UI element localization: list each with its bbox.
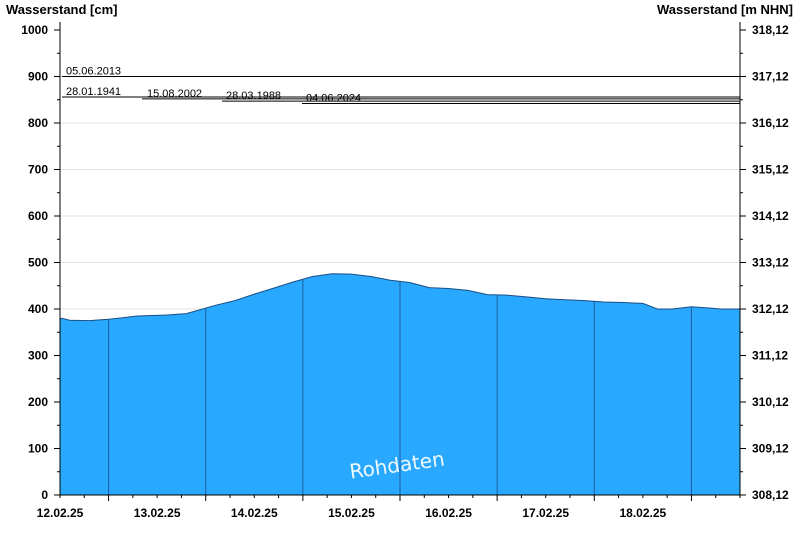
- y-axis-right-ticks: 308,12 309,12 310,12 311,12 312,12 313,12 314,…: [740, 23, 789, 502]
- y-left-tick-label: 200: [28, 395, 48, 409]
- y-right-tick-label: 309,12: [752, 442, 789, 456]
- x-tick-label: 18.02.25: [619, 506, 666, 520]
- y-right-tick-label: 318,12: [752, 23, 789, 37]
- y-right-tick-label: 314,12: [752, 209, 789, 223]
- y-left-tick-label: 300: [28, 349, 48, 363]
- y-left-tick-label: 600: [28, 209, 48, 223]
- reference-lines: 05.06.2013 28.01.1941 15.08.2002 28.03.1988…: [62, 66, 740, 104]
- x-tick-label: 17.02.25: [522, 506, 569, 520]
- y-axis-right-title: Wasserstand [m NHN]: [657, 2, 793, 17]
- y-left-tick-label: 100: [28, 442, 48, 456]
- reference-line-date: 15.08.2002: [147, 88, 202, 100]
- reference-line-date: 28.03.1988: [226, 90, 281, 102]
- y-right-tick-label: 316,12: [752, 116, 789, 130]
- y-left-tick-label: 1000: [21, 23, 48, 37]
- water-level-chart: 05.06.2013 28.01.1941 15.08.2002 28.03.1988…: [6, 2, 793, 520]
- y-left-tick-label: 900: [28, 70, 48, 84]
- x-tick-label: 16.02.25: [425, 506, 472, 520]
- y-left-tick-label: 700: [28, 163, 48, 177]
- y-left-tick-label: 800: [28, 116, 48, 130]
- y-left-tick-label: 0: [41, 488, 48, 502]
- y-right-tick-label: 313,12: [752, 256, 789, 270]
- x-tick-label: 15.02.25: [328, 506, 375, 520]
- y-right-tick-label: 310,12: [752, 395, 789, 409]
- y-right-tick-label: 311,12: [752, 349, 788, 363]
- y-right-tick-label: 308,12: [752, 488, 789, 502]
- y-right-tick-label: 317,12: [752, 70, 789, 84]
- x-axis-ticks: 12.02.25 13.02.25 14.02.25 15.02.25 16.02.25…: [37, 495, 741, 520]
- reference-line-date: 28.01.1941: [66, 86, 121, 98]
- x-tick-label: 12.02.25: [37, 506, 84, 520]
- y-right-tick-label: 315,12: [752, 163, 789, 177]
- y-axis-left-ticks: 0 100 200 300 400 500 600 700 800 900 1000: [21, 23, 60, 502]
- x-tick-label: 13.02.25: [134, 506, 181, 520]
- reference-line-date: 04.06.2024: [306, 92, 361, 104]
- y-left-tick-label: 400: [28, 302, 48, 316]
- reference-line-date: 05.06.2013: [66, 66, 121, 78]
- y-left-tick-label: 500: [28, 256, 48, 270]
- y-right-tick-label: 312,12: [752, 302, 789, 316]
- y-axis-left-title: Wasserstand [cm]: [6, 2, 118, 17]
- x-tick-label: 14.02.25: [231, 506, 278, 520]
